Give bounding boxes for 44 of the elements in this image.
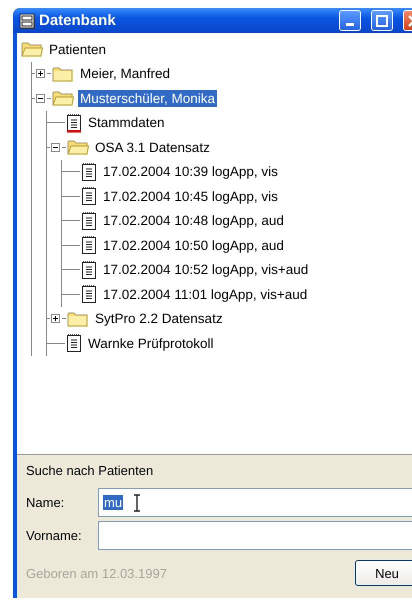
folder-icon [21, 41, 43, 58]
birth-date-note: Geboren am 12.03.1997 [26, 566, 167, 580]
folder-icon [67, 139, 89, 156]
window-title: Datenbank [39, 12, 117, 29]
minimize-button[interactable] [339, 10, 361, 31]
tree-item[interactable]: 17.02.2004 10:45 logApp, vis [101, 188, 280, 205]
tree-item[interactable]: Warnke Prüfprotokoll [86, 334, 216, 352]
expand-icon[interactable] [51, 314, 60, 324]
folder-icon [67, 310, 89, 327]
tree-item[interactable]: 17.02.2004 10:48 logApp, aud [101, 212, 286, 230]
new-button[interactable]: Neu [355, 560, 412, 586]
folder-icon [52, 66, 74, 82]
field-label: Vorname: [26, 528, 83, 543]
record-icon [66, 112, 82, 133]
maximize-icon [376, 14, 388, 26]
document-icon [66, 333, 82, 354]
tree-item[interactable]: 17.02.2004 10:50 logApp, aud [101, 236, 286, 254]
document-icon [81, 210, 97, 231]
tree-item[interactable]: Stammdaten [86, 114, 167, 132]
name-field[interactable]: mu [98, 488, 412, 517]
tree-item[interactable]: Meier, Manfred [78, 65, 172, 82]
text-cursor-icon [133, 494, 142, 512]
window-app-icon [19, 12, 35, 28]
minimize-icon [346, 22, 354, 26]
document-icon [81, 186, 97, 206]
collapse-icon[interactable] [36, 94, 45, 103]
field-label: Name: [26, 495, 66, 510]
maximize-button[interactable] [371, 10, 393, 31]
tree-item[interactable]: Patienten [47, 40, 108, 58]
document-icon [81, 260, 97, 280]
tree-item[interactable]: 17.02.2004 11:01 logApp, vis+aud [101, 286, 310, 303]
collapse-icon[interactable] [51, 142, 60, 152]
document-icon [81, 162, 97, 182]
tree-item[interactable]: 17.02.2004 10:52 logApp, vis+aud [101, 261, 310, 278]
tree-item[interactable]: 17.02.2004 10:39 logApp, vis [101, 163, 280, 180]
document-icon [81, 235, 97, 256]
tree-item[interactable]: SytPro 2.2 Datensatz [93, 310, 225, 328]
first-name-field[interactable] [98, 521, 412, 550]
expand-icon[interactable] [36, 69, 45, 78]
tree-item[interactable]: Musterschüler, Monika [78, 90, 218, 107]
folder-icon [52, 90, 74, 106]
document-icon [81, 284, 97, 304]
search-heading: Suche nach Patienten [26, 463, 154, 478]
tree-item[interactable]: OSA 3.1 Datensatz [93, 138, 212, 156]
